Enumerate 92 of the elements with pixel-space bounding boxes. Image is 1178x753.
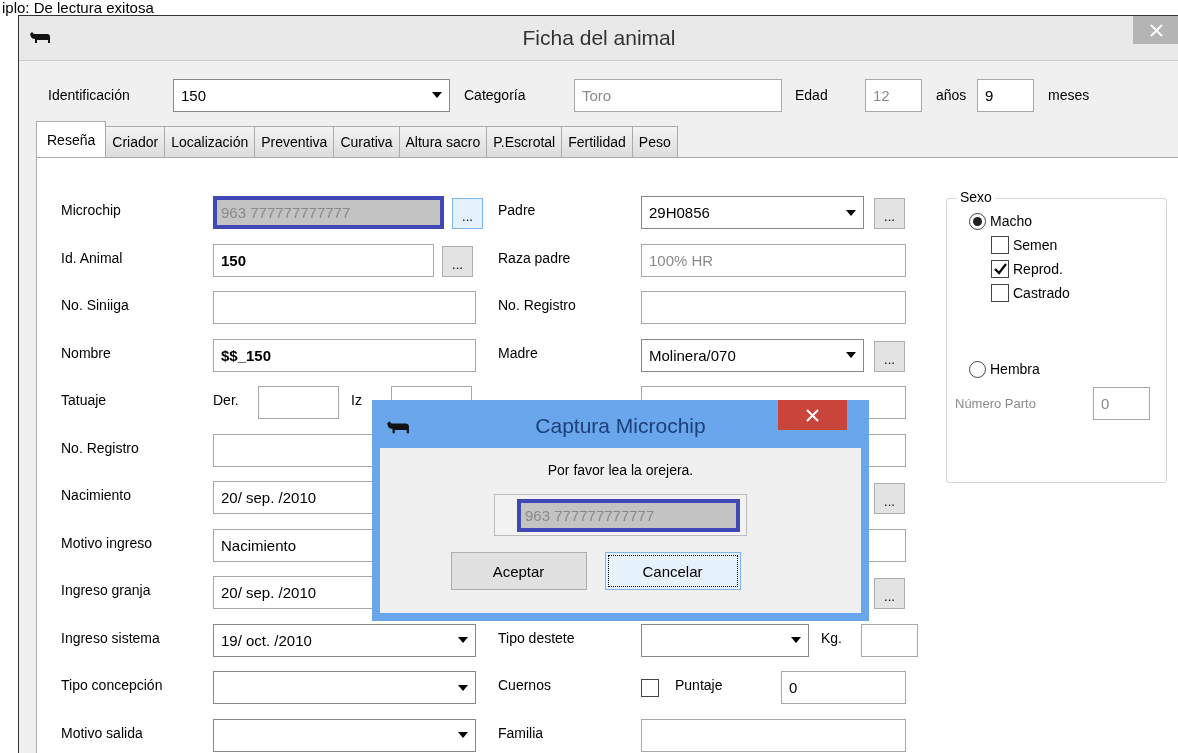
input-field[interactable]: 0 <box>781 671 906 704</box>
field-label: No. Registro <box>498 296 577 313</box>
browse-button[interactable]: ... <box>874 340 905 372</box>
field-label: Nacimiento <box>61 486 133 503</box>
field-label: Cuernos <box>498 676 552 693</box>
dropdown[interactable] <box>213 718 476 752</box>
input-field[interactable] <box>861 623 918 657</box>
field-label: Der. <box>213 391 240 408</box>
tab[interactable]: Curativa <box>333 126 400 157</box>
checkmark-icon <box>993 263 1007 275</box>
field-label: Número Parto <box>955 396 1037 411</box>
unit-label: Kg. <box>821 628 843 646</box>
dropdown[interactable]: 29H0856 <box>641 196 864 229</box>
field-label: Tipo concepción <box>61 676 164 693</box>
browse-button[interactable]: ... <box>874 578 905 609</box>
field-label: Ingreso granja <box>61 581 152 598</box>
browse-button[interactable]: ... <box>442 245 473 277</box>
field-label: Iz <box>351 391 363 408</box>
dropdown[interactable]: 19/ oct. /2010 <box>213 623 476 657</box>
caret-icon <box>846 352 856 358</box>
checkbox-label: Castrado <box>1013 285 1070 301</box>
group-title: Sexo <box>957 189 995 205</box>
unit-label: meses <box>1048 87 1090 103</box>
tab[interactable]: Criador <box>105 126 166 157</box>
tab[interactable]: Peso <box>631 126 678 157</box>
close-button[interactable] <box>778 400 847 430</box>
tab[interactable]: Reseña <box>36 121 107 157</box>
browse-button[interactable]: ... <box>874 198 905 229</box>
dropdown[interactable]: Molinera/070 <box>641 338 864 372</box>
checkbox[interactable] <box>991 284 1009 302</box>
input-field[interactable] <box>641 718 906 752</box>
dialog-message: Por favor lea la orejera. <box>547 462 694 478</box>
tab[interactable]: Altura sacro <box>398 126 488 157</box>
field-label: Id. Animal <box>61 248 124 266</box>
field-label: Categoría <box>464 87 527 103</box>
input-field[interactable]: 100% HR <box>641 243 906 277</box>
checkbox-label: Reprod. <box>1013 261 1063 277</box>
field-label: Raza padre <box>498 248 572 266</box>
checkbox[interactable] <box>991 260 1009 278</box>
close-icon <box>806 408 819 422</box>
input-field[interactable] <box>258 386 339 419</box>
input-field[interactable] <box>641 291 906 324</box>
field-label: No. Registro <box>61 438 140 456</box>
caret-icon <box>791 637 801 643</box>
field-label: Microchip <box>61 201 122 218</box>
dialog-button[interactable]: Aceptar <box>450 552 587 590</box>
field-label: Ingreso sistema <box>61 628 161 646</box>
caret-icon <box>458 637 468 643</box>
cow-icon <box>386 419 410 435</box>
browse-button[interactable]: ... <box>452 198 483 229</box>
field-label: Tatuaje <box>61 391 108 408</box>
option-label: Macho <box>990 213 1033 229</box>
field-label: Familia <box>498 723 545 741</box>
tab[interactable]: Fertilidad <box>561 126 633 157</box>
dialog-button[interactable]: Cancelar <box>604 552 741 590</box>
checkbox[interactable] <box>641 679 659 697</box>
field-label: Motivo ingreso <box>61 533 154 551</box>
dropdown[interactable]: 150 <box>173 78 450 112</box>
field-label: Padre <box>498 201 537 218</box>
tab[interactable]: Preventiva <box>254 126 335 157</box>
checkbox-label: Puntaje <box>675 676 724 693</box>
field-label: Motivo salida <box>61 723 144 741</box>
field-label: No. Siniiga <box>61 296 130 313</box>
document-caption: iplo: De lectura exitosa <box>1 0 155 15</box>
field-label: Edad <box>795 87 829 103</box>
field-label: Identificación <box>48 87 131 103</box>
close-icon <box>1149 23 1163 37</box>
caret-icon <box>458 732 468 738</box>
caret-icon <box>432 92 442 98</box>
dropdown[interactable] <box>641 623 809 657</box>
cow-icon <box>29 31 51 45</box>
caret-icon <box>846 209 856 216</box>
field-label: Madre <box>498 343 539 361</box>
input-field[interactable]: $$_150 <box>213 338 476 372</box>
input-field[interactable]: 9 <box>977 78 1034 112</box>
radio-button[interactable] <box>969 360 986 378</box>
field-label: Nombre <box>61 343 112 361</box>
tab[interactable]: Localización <box>164 126 256 157</box>
field-label: Tipo destete <box>498 628 576 646</box>
option-label: Hembra <box>990 361 1040 377</box>
checkbox-label: Semen <box>1013 237 1058 253</box>
input-field[interactable]: 150 <box>213 243 434 277</box>
radio-button[interactable] <box>969 212 986 230</box>
dialog-title: Captura Microchip <box>535 414 706 438</box>
tab[interactable]: P.Escrotal <box>486 126 563 157</box>
dropdown[interactable] <box>213 671 476 704</box>
checkbox[interactable] <box>991 236 1009 254</box>
caret-icon <box>458 684 468 691</box>
unit-label: años <box>936 87 968 103</box>
window-title: Ficha del animal <box>522 26 676 50</box>
browse-button[interactable]: ... <box>874 483 905 514</box>
input-field[interactable] <box>213 291 476 324</box>
